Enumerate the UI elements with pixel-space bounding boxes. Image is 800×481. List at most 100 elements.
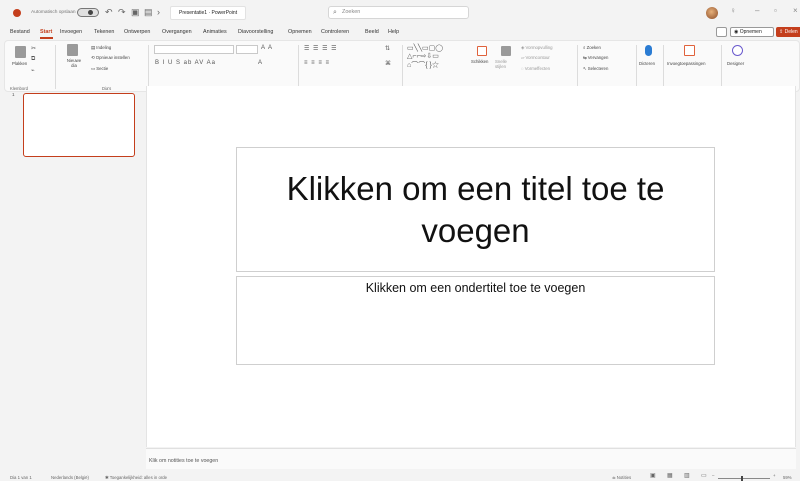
font-color-icon[interactable]: A <box>258 60 263 66</box>
font-grow-shrink-icon[interactable]: A A <box>261 45 273 51</box>
select-button[interactable]: ↖ Selecteren <box>583 66 608 71</box>
arrange-label: Schikken <box>471 59 489 64</box>
divider <box>577 45 578 89</box>
powerpoint-window: Automatisch opslaan ↶ ↷ ▣ ▤ › Presentati… <box>0 0 800 481</box>
tab-home[interactable]: Start <box>40 29 52 35</box>
zoom-slider-thumb[interactable] <box>741 476 743 481</box>
reading-view-icon[interactable]: ▥ <box>684 472 690 479</box>
zoom-out-icon[interactable]: – <box>712 473 714 478</box>
align-buttons-icon[interactable]: ≡ ≡ ≡ ≡ <box>304 60 330 66</box>
divider <box>55 45 56 89</box>
divider <box>721 45 722 89</box>
tab-file[interactable]: Bestand <box>10 29 30 35</box>
quick-styles-label: Snelle stijlen <box>495 59 507 69</box>
avatar[interactable] <box>706 7 718 19</box>
notes-toggle-label: Notities <box>616 475 632 480</box>
layout-button[interactable]: ▤ Indeling <box>91 45 111 50</box>
search-placeholder: Zoeken <box>342 9 361 15</box>
outline-label: Vormcontour <box>525 55 550 60</box>
tab-insert[interactable]: Invoegen <box>60 29 82 35</box>
notes-placeholder: Klik om notities toe te voegen <box>149 458 219 464</box>
find-button[interactable]: ⌕ Zoeken <box>583 45 601 50</box>
file-name[interactable]: Presentatie1 · PowerPoint <box>170 6 247 20</box>
subtitle-placeholder-text: Klikken om een ondertitel toe te voegen <box>365 281 586 295</box>
slideshow-view-icon[interactable]: ▭ <box>701 472 707 479</box>
new-slide-icon[interactable] <box>67 44 78 56</box>
microphone-icon[interactable] <box>645 45 652 56</box>
autosave-label: Automatisch opslaan <box>31 10 76 15</box>
slide-count: Dia 1 van 1 <box>10 475 32 480</box>
reset-button[interactable]: ⟲ Opnieuw instellen <box>91 55 130 60</box>
arrange-icon[interactable] <box>477 46 487 56</box>
new-slide-label: Nieuwe dia <box>66 58 82 68</box>
comments-icon[interactable] <box>716 27 727 37</box>
paste-label: Plakken <box>12 61 28 66</box>
zoom-slider[interactable] <box>718 478 770 479</box>
divider <box>148 45 149 89</box>
record-button[interactable]: ◉ Opnemen <box>730 27 774 37</box>
from-beginning-icon[interactable]: ▣ <box>131 6 140 18</box>
format-painter-icon[interactable]: ⌁ <box>31 67 36 74</box>
effects-button[interactable]: ◌ Vormeffecten <box>521 66 550 71</box>
slide-thumbnail[interactable] <box>23 93 135 157</box>
section-button[interactable]: ▭ Sectie <box>91 66 108 71</box>
addins-label: Invoegtoepassingen <box>667 61 706 66</box>
toggle-knob <box>88 10 93 15</box>
search-input[interactable]: ⌕ Zoeken <box>328 6 469 19</box>
font-name-field[interactable] <box>154 45 234 54</box>
tab-view[interactable]: Beeld <box>365 29 379 35</box>
tab-help[interactable]: Help <box>388 29 399 35</box>
designer-icon[interactable] <box>732 45 743 56</box>
designer-label: Designer <box>727 61 745 66</box>
subtitle-placeholder[interactable]: Klikken om een ondertitel toe te voegen <box>236 276 715 365</box>
file-name-text: Presentatie1 · PowerPoint <box>179 10 238 16</box>
tab-transitions[interactable]: Overgangen <box>162 29 192 35</box>
zoom-in-icon[interactable]: + <box>773 473 776 478</box>
lightbulb-icon[interactable]: ♀ <box>730 5 736 17</box>
replace-button[interactable]: ⇆ Vervangen <box>583 55 608 60</box>
autosave-toggle[interactable] <box>77 8 99 17</box>
customize-qat-icon[interactable]: › <box>157 6 160 18</box>
redo-icon[interactable]: ↷ <box>118 6 126 18</box>
normal-view-icon[interactable]: ▣ <box>650 472 656 479</box>
paste-icon[interactable] <box>15 46 26 58</box>
list-buttons-icon[interactable]: ☰ ☰ ☰ ☰ <box>304 45 338 52</box>
ribbon: Plakken ✂ ⧉ ⌁ Klembord Nieuwe dia ▤ Inde… <box>4 40 800 92</box>
slide-sorter-icon[interactable]: ▦ <box>667 472 673 479</box>
tab-animations[interactable]: Animaties <box>203 29 227 35</box>
reset-label: Opnieuw instellen <box>95 55 130 60</box>
presenter-icon[interactable]: ▤ <box>144 6 153 18</box>
smartart-icon[interactable]: ⌘ <box>385 60 392 67</box>
undo-icon[interactable]: ↶ <box>105 6 113 18</box>
text-direction-icon[interactable]: ⇅ <box>385 45 391 52</box>
minimize-icon[interactable]: – <box>755 5 759 17</box>
tab-draw[interactable]: Tekenen <box>94 29 114 35</box>
notes-pane[interactable]: Klik om notities toe te voegen <box>146 448 796 469</box>
quick-styles-icon[interactable] <box>501 46 511 56</box>
select-label: Selecteren <box>587 66 609 71</box>
title-placeholder[interactable]: Klikken om een titel toe te voegen <box>236 147 715 272</box>
maximize-icon[interactable]: ▫ <box>774 5 777 17</box>
close-icon[interactable]: × <box>793 5 798 17</box>
accessibility-status[interactable]: ✱ Toegankelijkheid: alles in orde <box>105 475 167 481</box>
group-clipboard: Klembord <box>10 86 28 91</box>
tab-slideshow[interactable]: Diavoorstelling <box>238 29 273 35</box>
addins-icon[interactable] <box>684 45 695 56</box>
copy-icon[interactable]: ⧉ <box>31 56 36 63</box>
share-button[interactable]: ⇪ Delen <box>776 27 800 37</box>
tab-design[interactable]: Ontwerpen <box>124 29 150 35</box>
fill-button[interactable]: ◈ Vormopvulling <box>521 45 553 50</box>
tab-review[interactable]: Controleren <box>321 29 349 35</box>
notes-toggle[interactable]: ≐ Notities <box>612 475 631 481</box>
font-format-buttons[interactable]: B I U S ab AV Aa <box>155 60 216 66</box>
powerpoint-logo-icon <box>13 9 21 17</box>
tab-record[interactable]: Opnemen <box>288 29 312 35</box>
shapes-gallery-icon[interactable]: ▭╲╲▭▢◯ △⌐⌐⇨⇩▭ ⌂⌒⌒{ }☆ <box>407 44 443 70</box>
zoom-level[interactable]: 59% <box>783 475 792 480</box>
language-status[interactable]: Nederlands (België) <box>51 475 89 480</box>
dictate-label: Dicteren <box>639 61 656 66</box>
outline-button[interactable]: ▱ Vormcontour <box>521 55 550 60</box>
font-size-field[interactable] <box>236 45 258 54</box>
cut-icon[interactable]: ✂ <box>31 45 37 52</box>
ribbon-tabs: Bestand Start Invoegen Tekenen Ontwerpen… <box>0 26 800 39</box>
